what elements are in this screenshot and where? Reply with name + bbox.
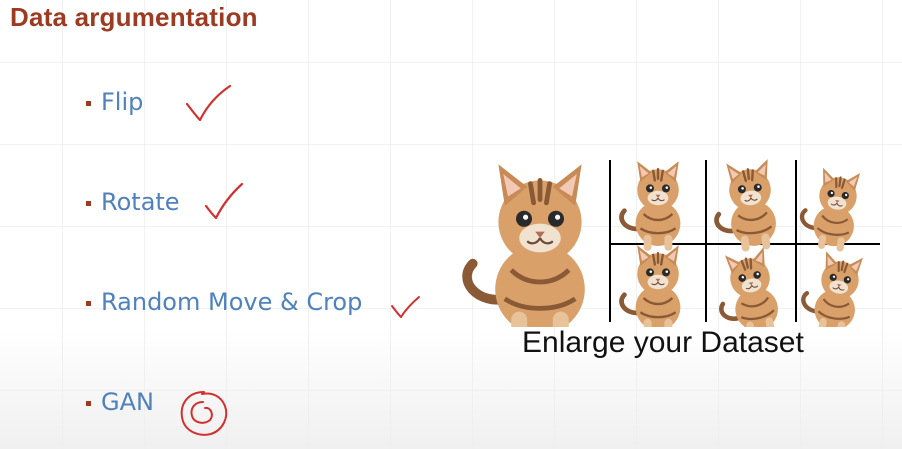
kitten-grid-image — [622, 245, 681, 327]
kitten-augmentation-figure — [460, 152, 880, 327]
kitten-grid-image — [798, 166, 862, 253]
kitten-main-image — [467, 164, 585, 327]
bullet-text: GAN — [101, 388, 154, 416]
circle-mark-icon — [180, 391, 228, 436]
bullet-text: Rotate — [101, 188, 180, 216]
bullet-item-gan: GAN — [86, 388, 154, 416]
bullet-marker — [86, 200, 91, 206]
bullet-item-rotate: Rotate — [86, 188, 180, 216]
kitten-grid-image — [622, 161, 681, 251]
bullet-item-flip: Flip — [86, 88, 143, 116]
kitten-grid-image — [711, 159, 779, 254]
bullet-text: Flip — [101, 88, 144, 116]
bullet-marker — [86, 100, 91, 106]
check-mark-icon — [185, 84, 232, 122]
check-mark-icon — [204, 182, 244, 220]
check-mark-icon — [391, 296, 420, 318]
bullet-marker — [86, 400, 91, 406]
bullet-marker — [86, 300, 91, 306]
bullet-item-random-move-crop: Random Move & Crop — [86, 288, 362, 316]
kitten-grid-image — [710, 247, 782, 327]
figure-caption: Enlarge your Dataset — [522, 326, 804, 359]
bullet-text: Random Move & Crop — [101, 288, 363, 316]
slide-title: Data argumentation — [10, 2, 258, 32]
kitten-grid-image — [798, 249, 864, 327]
